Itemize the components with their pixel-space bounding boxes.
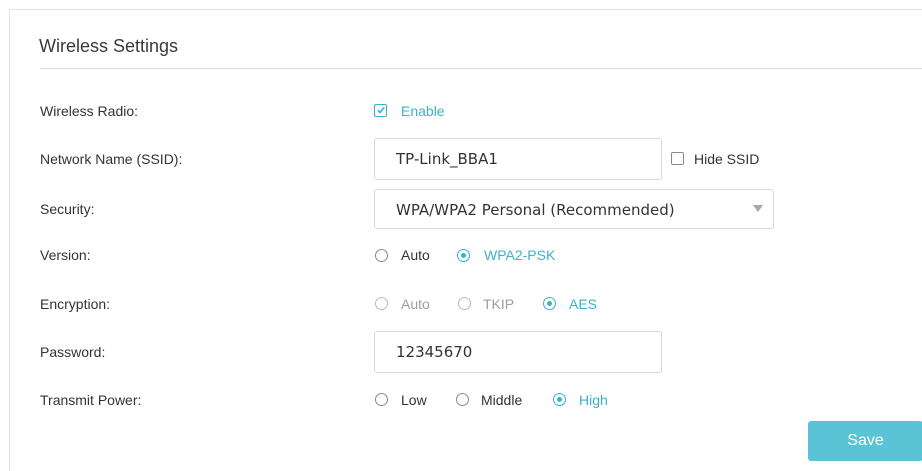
power-high-radio[interactable] xyxy=(553,393,566,406)
ssid-label: Network Name (SSID): xyxy=(40,151,183,167)
security-label: Security: xyxy=(40,201,95,217)
encryption-aes-radio[interactable] xyxy=(543,297,556,310)
encryption-label: Encryption: xyxy=(40,296,111,312)
check-icon xyxy=(377,106,385,114)
password-input[interactable] xyxy=(374,331,662,373)
security-select-value: WPA/WPA2 Personal (Recommended) xyxy=(396,201,675,219)
encryption-tkip-label[interactable]: TKIP xyxy=(483,296,514,312)
encryption-auto-radio[interactable] xyxy=(375,297,388,310)
password-label: Password: xyxy=(40,344,106,360)
encryption-aes-label[interactable]: AES xyxy=(569,296,597,312)
encryption-auto-label[interactable]: Auto xyxy=(401,296,430,312)
power-low-label[interactable]: Low xyxy=(401,392,427,408)
enable-checkbox[interactable] xyxy=(374,104,387,117)
encryption-tkip-radio[interactable] xyxy=(458,297,471,310)
section-divider xyxy=(40,68,922,69)
version-auto-radio[interactable] xyxy=(375,249,388,262)
hide-ssid-checkbox[interactable] xyxy=(671,152,684,165)
power-middle-label[interactable]: Middle xyxy=(481,392,522,408)
chevron-down-icon xyxy=(753,205,763,212)
power-low-radio[interactable] xyxy=(375,393,388,406)
version-auto-label[interactable]: Auto xyxy=(401,247,430,263)
transmit-power-label: Transmit Power: xyxy=(40,392,142,408)
save-button[interactable]: Save xyxy=(808,421,922,461)
version-wpa2-psk-label[interactable]: WPA2-PSK xyxy=(484,247,555,263)
version-label: Version: xyxy=(40,247,91,263)
version-wpa2-psk-radio[interactable] xyxy=(457,249,470,262)
wireless-radio-label: Wireless Radio: xyxy=(40,103,139,119)
power-high-label[interactable]: High xyxy=(579,392,608,408)
security-select[interactable]: WPA/WPA2 Personal (Recommended) xyxy=(374,189,774,229)
power-middle-radio[interactable] xyxy=(456,393,469,406)
section-title: Wireless Settings xyxy=(39,36,179,56)
hide-ssid-label[interactable]: Hide SSID xyxy=(694,151,759,167)
ssid-input[interactable] xyxy=(374,138,662,180)
enable-label[interactable]: Enable xyxy=(401,103,445,119)
